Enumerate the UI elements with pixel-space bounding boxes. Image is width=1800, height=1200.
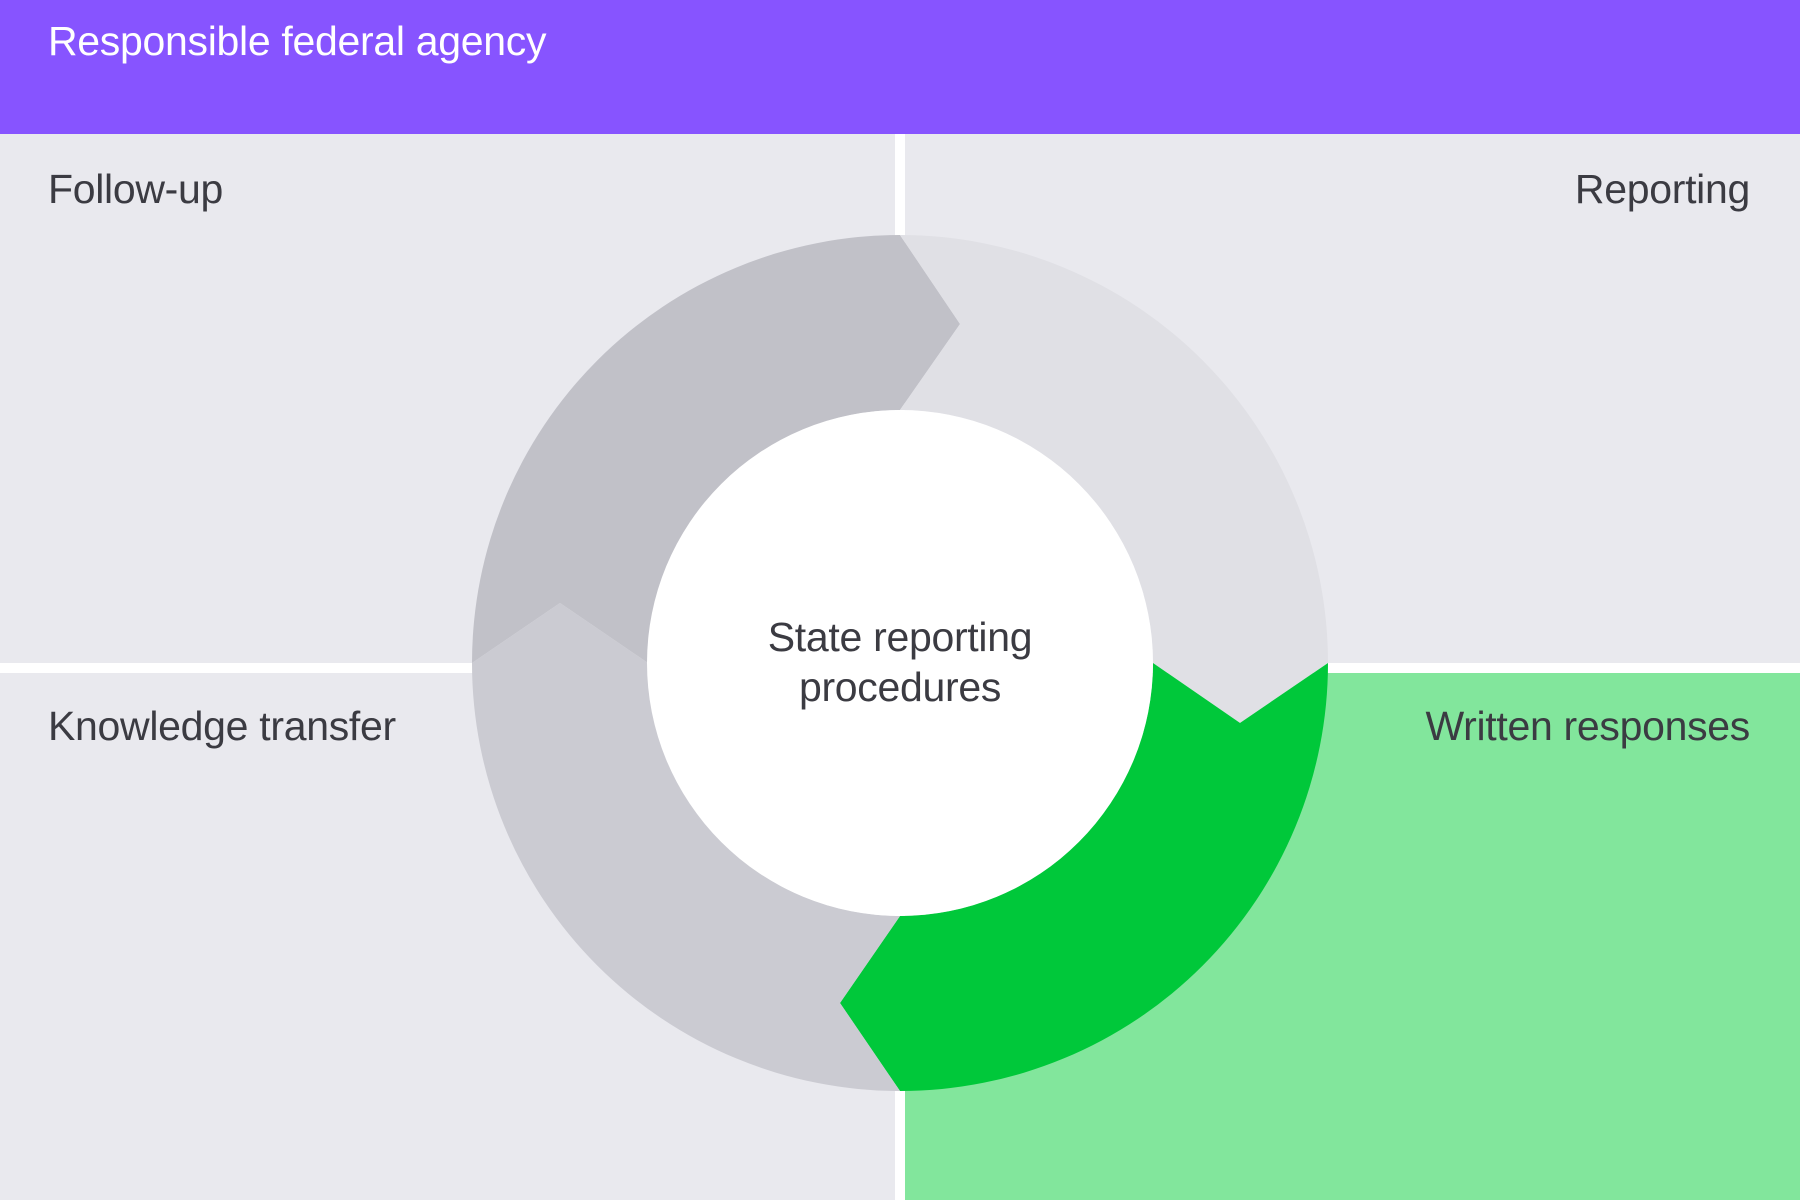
diagram-page: Responsible federal agency Follow-up Rep…: [0, 0, 1800, 1200]
center-label-line-1: State reporting: [767, 614, 1033, 660]
center-label-line-2: procedures: [798, 664, 1002, 710]
center-label: State reporting procedures: [700, 612, 1100, 712]
cycle-diagram: [472, 235, 1328, 1091]
